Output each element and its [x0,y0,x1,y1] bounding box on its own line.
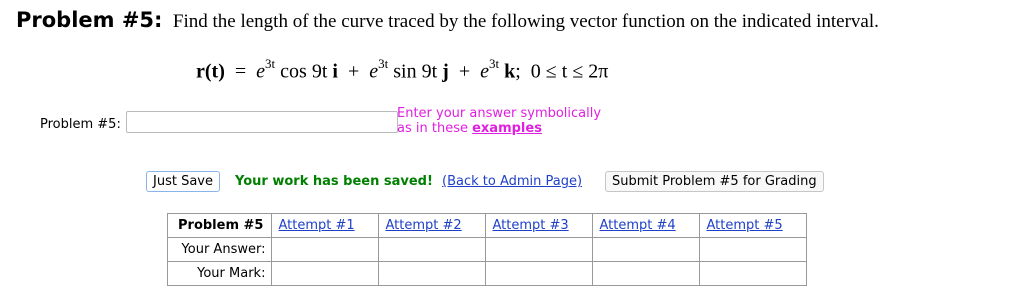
unit-k: k [504,60,516,83]
attempt-4-link[interactable]: Attempt #4 [599,218,675,233]
just-save-button[interactable]: Just Save [146,171,220,192]
your-answer-label: Your Answer: [166,237,273,262]
formula-term-cos: cos 9t [280,60,328,83]
mark-cell [592,261,701,286]
answer-input[interactable] [126,111,398,133]
formula-lhs: r(t) [196,60,225,83]
exp-3: 3t [488,56,500,71]
your-answer-row: Your Answer: [166,237,808,262]
answer-cell [378,237,487,262]
vector-function-formula: r(t) = e3t cos 9t i + e3t sin 9t j + e3t… [196,56,609,83]
attempts-header-row: Problem #5 Attempt #1 Attempt #2 Attempt… [166,213,808,238]
problem-instruction: Find the length of the curve traced by t… [172,11,879,32]
mark-cell [271,261,380,286]
problem-title: Problem #5: [16,8,163,32]
formula-term-sin: sin 9t [393,60,438,83]
attempt-col-3: Attempt #3 [485,213,594,238]
answer-cell [271,237,380,262]
hint-line-1: Enter your answer symbolically [397,106,602,121]
attempt-col-1: Attempt #1 [271,213,380,238]
formula-interval: 0 ≤ t ≤ 2π [530,60,609,83]
exp-1: 3t [265,56,276,71]
mark-cell [485,261,594,286]
answer-cell [485,237,594,262]
attempt-3-link[interactable]: Attempt #3 [492,218,568,233]
unit-j: j [442,60,449,83]
attempt-5-link[interactable]: Attempt #5 [706,218,782,233]
answer-label: Problem #5: [40,117,121,132]
attempt-col-2: Attempt #2 [378,213,487,238]
hint-line-2: as in these examples [397,121,601,136]
attempt-1-link[interactable]: Attempt #1 [278,218,354,233]
answer-cell [592,237,701,262]
mark-cell [699,261,808,286]
problem-header: Problem #5: Find the length of the curve… [16,8,879,33]
attempt-col-5: Attempt #5 [699,213,808,238]
answer-hint: Enter your answer symbolically as in the… [397,106,601,136]
attempts-corner: Problem #5 [166,213,273,238]
saved-message: Your work has been saved! [235,174,433,189]
examples-link[interactable]: examples [472,121,542,136]
submit-for-grading-button[interactable]: Submit Problem #5 for Grading [605,171,824,192]
attempts-table: Problem #5 Attempt #1 Attempt #2 Attempt… [166,213,808,286]
your-mark-row: Your Mark: [166,261,808,286]
mark-cell [378,261,487,286]
attempt-col-4: Attempt #4 [592,213,701,238]
hint-prefix: as in these [397,121,468,136]
answer-cell [699,237,808,262]
back-to-admin-link[interactable]: (Back to Admin Page) [442,174,582,189]
exp-2: 3t [378,56,389,71]
unit-i: i [332,60,338,83]
attempt-2-link[interactable]: Attempt #2 [385,218,461,233]
your-mark-label: Your Mark: [166,261,273,286]
